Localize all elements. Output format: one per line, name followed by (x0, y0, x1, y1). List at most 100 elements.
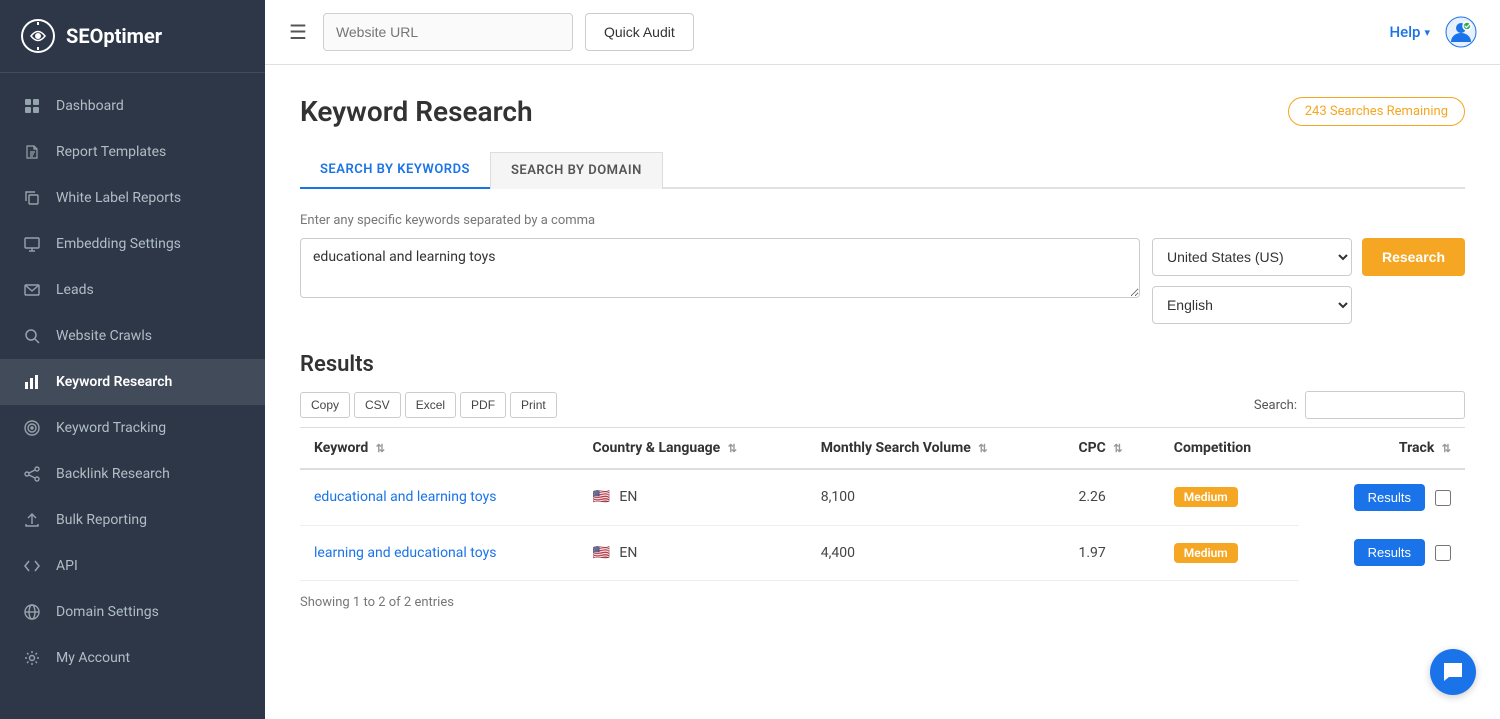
sidebar-label-keyword-research: Keyword Research (56, 374, 172, 390)
sidebar-item-keyword-tracking[interactable]: Keyword Tracking (0, 405, 265, 451)
track-checkbox-0[interactable] (1435, 490, 1451, 506)
pdf-button[interactable]: PDF (460, 392, 506, 418)
cell-cpc-1: 1.97 (1064, 525, 1159, 580)
sidebar-label-my-account: My Account (56, 650, 130, 666)
target-icon (22, 418, 42, 438)
sidebar-label-domain-settings: Domain Settings (56, 604, 159, 620)
research-button[interactable]: Research (1362, 238, 1465, 276)
results-table: Keyword ⇅ Country & Language ⇅ Monthly S… (300, 427, 1465, 581)
col-country-language[interactable]: Country & Language ⇅ (578, 428, 806, 470)
logo[interactable]: SEOptimer (0, 0, 265, 73)
avatar[interactable] (1442, 13, 1480, 51)
share-icon (22, 464, 42, 484)
sidebar-item-api[interactable]: API (0, 543, 265, 589)
sidebar-label-bulk-reporting: Bulk Reporting (56, 512, 147, 528)
track-checkbox-1[interactable] (1435, 545, 1451, 561)
competition-badge-0: Medium (1174, 487, 1238, 507)
tab-by-keywords[interactable]: SEARCH BY KEYWORDS (300, 152, 490, 189)
search-instruction: Enter any specific keywords separated by… (300, 213, 1465, 228)
copy-icon (22, 188, 42, 208)
menu-icon[interactable]: ☰ (285, 16, 311, 48)
sort-country-icon: ⇅ (728, 442, 737, 455)
help-button[interactable]: Help ▾ (1390, 23, 1430, 41)
chat-bubble[interactable] (1430, 649, 1476, 695)
url-input[interactable] (323, 13, 573, 51)
page-content: Keyword Research 243 Searches Remaining … (265, 65, 1500, 719)
sidebar-item-keyword-research[interactable]: Keyword Research (0, 359, 265, 405)
table-search-input[interactable] (1305, 391, 1465, 419)
sort-keyword-icon: ⇅ (376, 442, 385, 455)
search-row: educational and learning toys United Sta… (300, 238, 1465, 324)
monitor-icon (22, 234, 42, 254)
cell-keyword-1: learning and educational toys (300, 525, 578, 580)
tab-by-domain[interactable]: SEARCH BY DOMAIN (490, 152, 663, 189)
sidebar-item-embedding[interactable]: Embedding Settings (0, 221, 265, 267)
csv-button[interactable]: CSV (354, 392, 401, 418)
table-search-label: Search: (1254, 398, 1297, 413)
sidebar-item-dashboard[interactable]: Dashboard (0, 83, 265, 129)
search-controls: United States (US) United Kingdom (UK) A… (1152, 238, 1465, 324)
sort-track-icon: ⇅ (1442, 442, 1451, 455)
cell-cpc-0: 2.26 (1064, 469, 1159, 525)
searches-remaining-badge[interactable]: 243 Searches Remaining (1288, 97, 1465, 126)
settings-icon (22, 648, 42, 668)
sidebar-label-keyword-tracking: Keyword Tracking (56, 420, 166, 436)
sidebar-item-website-crawls[interactable]: Website Crawls (0, 313, 265, 359)
language-select[interactable]: English Spanish French German (1152, 286, 1352, 324)
table-search-row: Search: (1254, 391, 1465, 419)
excel-button[interactable]: Excel (405, 392, 456, 418)
sidebar-nav: Dashboard Report Templates White Label R… (0, 73, 265, 719)
table-row: educational and learning toys 🇺🇸 EN 8,10… (300, 469, 1465, 525)
sidebar-item-domain-settings[interactable]: Domain Settings (0, 589, 265, 635)
country-btn-row: United States (US) United Kingdom (UK) A… (1152, 238, 1465, 276)
search-icon (22, 326, 42, 346)
bar-chart-icon (22, 372, 42, 392)
table-export-buttons: Copy CSV Excel PDF Print (300, 392, 557, 418)
mail-icon (22, 280, 42, 300)
flag-icon-0: 🇺🇸 (592, 489, 609, 505)
col-track[interactable]: Track ⇅ (1299, 428, 1465, 470)
sidebar-item-leads[interactable]: Leads (0, 267, 265, 313)
results-title: Results (300, 352, 1465, 377)
col-monthly-volume[interactable]: Monthly Search Volume ⇅ (807, 428, 1065, 470)
sidebar: SEOptimer Dashboard Report Templates (0, 0, 265, 719)
table-row: learning and educational toys 🇺🇸 EN 4,40… (300, 525, 1465, 580)
col-keyword[interactable]: Keyword ⇅ (300, 428, 578, 470)
competition-badge-1: Medium (1174, 543, 1238, 563)
col-competition[interactable]: Competition (1160, 428, 1299, 470)
cell-country-0: 🇺🇸 EN (578, 469, 806, 525)
code-icon (22, 556, 42, 576)
page-header: Keyword Research 243 Searches Remaining (300, 95, 1465, 128)
col-cpc[interactable]: CPC ⇅ (1064, 428, 1159, 470)
cell-competition-1: Medium (1160, 525, 1299, 580)
sidebar-item-bulk-reporting[interactable]: Bulk Reporting (0, 497, 265, 543)
file-edit-icon (22, 142, 42, 162)
cell-competition-0: Medium (1160, 469, 1299, 525)
results-button-0[interactable]: Results (1354, 484, 1425, 511)
copy-button[interactable]: Copy (300, 392, 350, 418)
sidebar-label-leads: Leads (56, 282, 94, 298)
cell-track-1: Results (1299, 525, 1465, 580)
upload-icon (22, 510, 42, 530)
showing-text: Showing 1 to 2 of 2 entries (300, 595, 1465, 610)
sidebar-item-white-label[interactable]: White Label Reports (0, 175, 265, 221)
cell-volume-1: 4,400 (807, 525, 1065, 580)
results-button-1[interactable]: Results (1354, 539, 1425, 566)
print-button[interactable]: Print (510, 392, 557, 418)
keyword-input[interactable]: educational and learning toys (300, 238, 1140, 298)
quick-audit-button[interactable]: Quick Audit (585, 13, 694, 51)
sidebar-item-my-account[interactable]: My Account (0, 635, 265, 681)
country-select[interactable]: United States (US) United Kingdom (UK) A… (1152, 238, 1352, 276)
cell-track-0: Results (1299, 470, 1465, 525)
topbar: ☰ Quick Audit Help ▾ (265, 0, 1500, 65)
sidebar-item-backlink-research[interactable]: Backlink Research (0, 451, 265, 497)
sort-volume-icon: ⇅ (978, 442, 987, 455)
results-section: Results Copy CSV Excel PDF Print Search: (300, 352, 1465, 610)
page-title: Keyword Research (300, 95, 533, 128)
sidebar-label-report-templates: Report Templates (56, 144, 166, 160)
sidebar-label-dashboard: Dashboard (56, 98, 124, 114)
cell-volume-0: 8,100 (807, 469, 1065, 525)
sidebar-item-report-templates[interactable]: Report Templates (0, 129, 265, 175)
cell-country-1: 🇺🇸 EN (578, 525, 806, 580)
flag-icon-1: 🇺🇸 (592, 545, 609, 561)
